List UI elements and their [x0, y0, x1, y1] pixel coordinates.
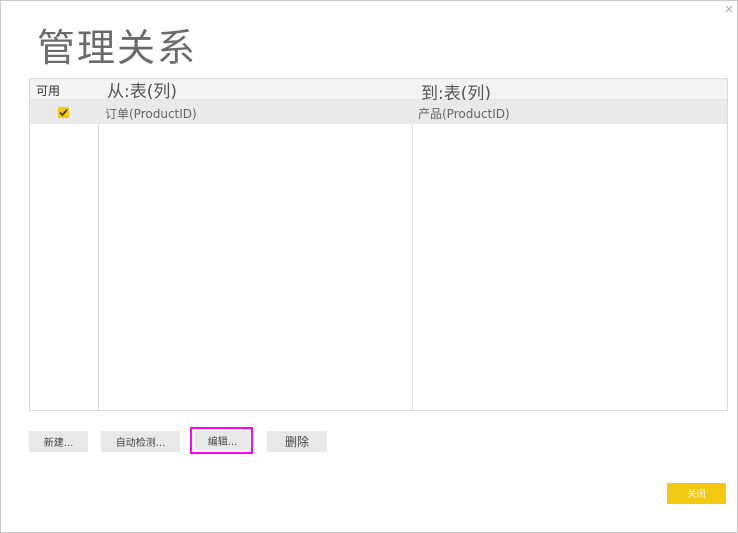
enabled-checkbox[interactable]: [58, 107, 69, 118]
edit-button[interactable]: 编辑...: [195, 431, 250, 450]
column-divider: [412, 79, 413, 410]
cell-from: 订单(ProductID): [105, 107, 197, 121]
close-icon[interactable]: ×: [723, 3, 735, 15]
close-button[interactable]: 关闭: [667, 483, 726, 504]
delete-button[interactable]: 删除: [267, 431, 327, 452]
header-enabled: 可用: [36, 84, 61, 98]
cell-to: 产品(ProductID): [418, 107, 510, 121]
manage-relationships-dialog: × 管理关系 可用 从:表(列) 到:表(列) 订单(ProductID) 产品…: [0, 0, 738, 533]
relationships-table: 可用 从:表(列) 到:表(列) 订单(ProductID) 产品(Produc…: [29, 78, 728, 411]
column-divider: [98, 79, 99, 410]
new-button[interactable]: 新建...: [29, 431, 88, 452]
table-header: 可用 从:表(列) 到:表(列): [30, 79, 727, 104]
checkmark-icon: [59, 108, 68, 117]
dialog-title: 管理关系: [37, 26, 198, 70]
autodetect-button[interactable]: 自动检测...: [101, 431, 180, 452]
table-row[interactable]: 订单(ProductID) 产品(ProductID): [30, 100, 727, 124]
